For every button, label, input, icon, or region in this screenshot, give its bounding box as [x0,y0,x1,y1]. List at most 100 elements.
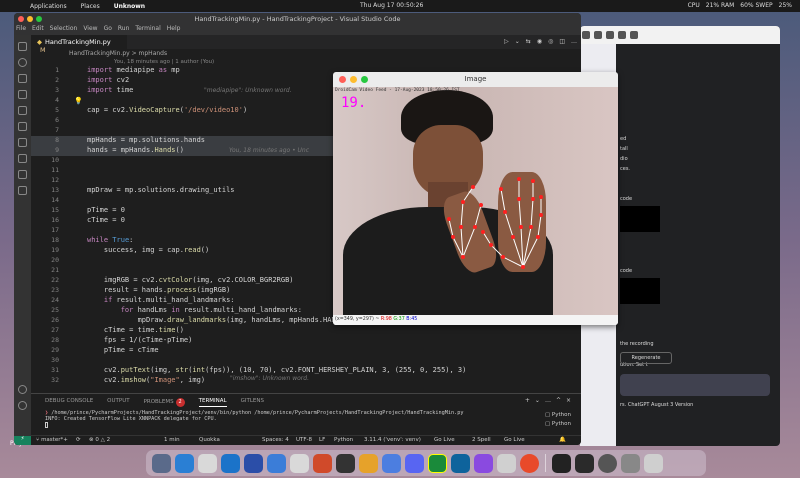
chrome-app-icon[interactable] [520,453,539,473]
history-icon[interactable]: ◎ [548,38,553,45]
add-terminal-icon[interactable]: + [525,397,530,404]
line-number[interactable]: 20 [35,256,59,264]
encoding-indicator[interactable]: UTF-8 [296,437,312,443]
tab-debug-console[interactable]: DEBUG CONSOLE [45,398,93,407]
tab-output[interactable]: OUTPUT [107,398,129,407]
obs-app-icon[interactable] [598,453,617,473]
files-app-icon[interactable] [152,453,171,473]
code-text[interactable]: success, img = cap.read() [87,246,209,254]
timeline-icon[interactable]: ◉ [537,38,542,45]
code-text[interactable]: cv2.imshow("Image", img) [87,376,205,384]
extensions-icon[interactable] [18,106,27,115]
spell-indicator[interactable]: 2 Spell [472,437,491,443]
code-text[interactable]: cTime = time.time() [87,326,184,334]
code-text[interactable]: mpDraw = mp.solutions.drawing_utils [87,186,235,194]
close-panel-icon[interactable]: × [566,397,571,404]
code-text[interactable]: cTime = 0 [87,216,125,224]
language-indicator[interactable]: Python [334,437,353,443]
tab-problems[interactable]: PROBLEMS 2 [144,398,185,407]
problems-indicator[interactable]: ⊗ 0 △ 2 [89,437,110,443]
interpreter-indicator[interactable]: 3.11.4 ('venv': venv) [364,437,421,443]
line-number[interactable]: 32 [35,376,59,384]
line-number[interactable]: 29 [35,346,59,354]
branch-indicator[interactable]: ⑂ master*+ [36,437,68,443]
settings-app-icon[interactable] [198,453,217,473]
more-actions-icon[interactable]: … [571,38,577,45]
code-text[interactable]: result = hands.process(imgRGB) [87,286,230,294]
terminal-window-icon[interactable] [552,453,571,473]
powerpoint-app-icon[interactable] [313,453,332,473]
sync-icon[interactable]: ⟳ [76,437,81,443]
mail-app-icon[interactable] [244,453,263,473]
line-number[interactable]: 2 [35,76,59,84]
code-line[interactable]: 28 fps = 1/(cTime-pTime) [31,336,581,346]
code-text[interactable]: mpDraw.draw_landmarks(img, handLms, mpHa… [87,316,336,324]
code-line[interactable]: 30 [31,356,581,366]
menu-file[interactable]: File [16,25,26,35]
trash-icon[interactable] [644,453,663,473]
code-text[interactable]: mpHands = mp.solutions.hands [87,136,205,144]
menu-terminal[interactable]: Terminal [135,25,160,35]
run-debug-icon[interactable] [18,90,27,99]
code-text[interactable]: hands = mpHands.Hands() [87,146,184,154]
indentation-indicator[interactable]: Spaces: 4 [262,437,289,443]
code-text[interactable]: cv2.putText(img, str(int(fps)), (10, 70)… [87,366,467,374]
notification-bell-icon[interactable]: 🔔 [559,437,566,443]
tab-terminal[interactable]: TERMINAL [198,398,227,407]
code-text[interactable]: import time [87,86,133,94]
code-text[interactable]: while True: [87,236,133,244]
line-number[interactable]: 22 [35,276,59,284]
explorer-icon[interactable] [18,42,27,51]
live-share-icon[interactable] [18,186,27,195]
regenerate-button[interactable]: Regenerate [620,352,672,364]
line-number[interactable]: 13 [35,186,59,194]
gitlens-icon[interactable] [18,154,27,163]
camera-feed[interactable]: DroidCam Video Feed - 17-Aug-2023 18:50:… [333,87,618,315]
code-line[interactable]: 29 pTime = cTime [31,346,581,356]
maximize-icon[interactable] [361,76,368,83]
line-number[interactable]: 4 [35,96,59,104]
menu-selection[interactable]: Selection [50,25,78,35]
line-number[interactable]: 9 [35,146,59,154]
close-icon[interactable] [339,76,346,83]
line-number[interactable]: 31 [35,366,59,374]
code-text[interactable]: pTime = 0 [87,206,125,214]
testing-icon[interactable] [18,138,27,147]
line-number[interactable]: 10 [35,156,59,164]
remote-indicator[interactable]: ⚡ [14,436,31,445]
sublime-app-icon[interactable] [359,453,378,473]
line-number[interactable]: 3 [35,86,59,94]
terminal-python-2[interactable]: ▢ Python [545,421,571,427]
quokka-indicator[interactable]: Quokka [199,437,220,443]
menu-run[interactable]: Run [118,25,130,35]
image-window-icon[interactable] [575,453,594,473]
launcher-app-icon[interactable] [382,453,401,473]
line-number[interactable]: 21 [35,266,59,274]
safari-app-icon[interactable] [221,453,240,473]
time-indicator[interactable]: 1 min [164,437,180,443]
minimize-icon[interactable] [350,76,357,83]
line-number[interactable]: 12 [35,176,59,184]
line-number[interactable]: 5 [35,106,59,114]
golive-indicator-2[interactable]: Go Live [504,437,525,443]
compare-icon[interactable]: ⇆ [526,38,531,45]
more-actions-icon[interactable]: … [545,397,551,404]
vscode-app-icon[interactable] [451,453,470,473]
docker-icon[interactable] [18,170,27,179]
line-number[interactable]: 6 [35,116,59,124]
document-app-icon[interactable] [290,453,309,473]
terminal-output[interactable]: ❯ /home/prince/PycharmProjects/HandTrack… [45,410,464,430]
tab-handtrackingmin[interactable]: ◆ HandTrackingMin.py M [31,35,127,54]
menu-unknown[interactable]: Unknown [114,3,145,10]
text-editor-app-icon[interactable] [497,453,516,473]
line-number[interactable]: 30 [35,356,59,364]
code-text[interactable]: for handLms in result.multi_hand_landmar… [87,306,302,314]
source-control-icon[interactable] [18,74,27,83]
line-number[interactable]: 14 [35,196,59,204]
menu-help[interactable]: Help [167,25,181,35]
code-line[interactable]: 27 cTime = time.time() [31,326,581,336]
line-number[interactable]: 25 [35,306,59,314]
code-text[interactable]: imgRGB = cv2.cvtColor(img, cv2.COLOR_BGR… [87,276,294,284]
account-icon[interactable] [18,385,27,394]
lightbulb-icon[interactable]: 💡 [74,97,83,105]
